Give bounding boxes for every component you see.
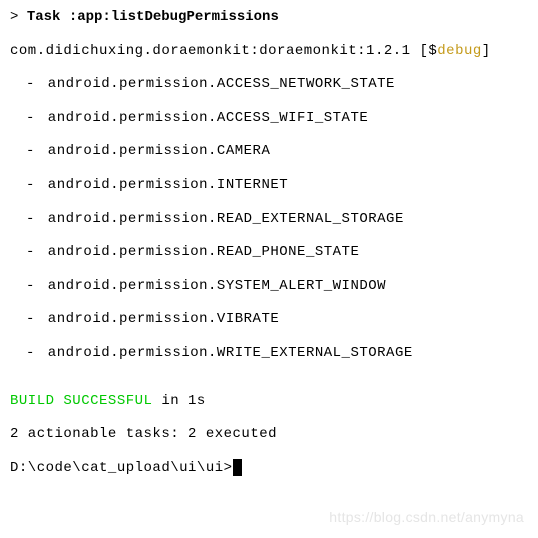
dash-icon: -: [26, 311, 35, 327]
dash-icon: -: [26, 143, 35, 159]
permission-item: - android.permission.SYSTEM_ALERT_WINDOW: [26, 277, 528, 297]
task-header: > Task :app:listDebugPermissions: [10, 8, 528, 28]
prompt-path: D:\code\cat_upload\ui\ui>: [10, 460, 233, 476]
tag-suffix: ]: [482, 43, 491, 59]
permission-text: android.permission.SYSTEM_ALERT_WINDOW: [39, 278, 386, 294]
tasks-info: 2 actionable tasks: 2 executed: [10, 425, 528, 445]
tag-prefix: [$: [411, 43, 438, 59]
permission-text: android.permission.VIBRATE: [39, 311, 279, 327]
module-identifier: com.didichuxing.doraemonkit:doraemonkit:…: [10, 43, 411, 59]
dash-icon: -: [26, 278, 35, 294]
dash-icon: -: [26, 211, 35, 227]
build-status: BUILD SUCCESSFUL: [10, 393, 152, 409]
permission-text: android.permission.READ_PHONE_STATE: [39, 244, 359, 260]
permission-item: - android.permission.ACCESS_WIFI_STATE: [26, 109, 528, 129]
permission-text: android.permission.INTERNET: [39, 177, 288, 193]
prompt-line[interactable]: D:\code\cat_upload\ui\ui>: [10, 459, 528, 479]
task-label: Task: [27, 9, 61, 25]
permission-text: android.permission.ACCESS_WIFI_STATE: [39, 110, 368, 126]
dash-icon: -: [26, 244, 35, 260]
permission-item: - android.permission.INTERNET: [26, 176, 528, 196]
permission-item: - android.permission.WRITE_EXTERNAL_STOR…: [26, 344, 528, 364]
debug-tag: debug: [437, 43, 482, 59]
dash-icon: -: [26, 110, 35, 126]
task-chevron: >: [10, 9, 18, 25]
dash-icon: -: [26, 76, 35, 92]
watermark: https://blog.csdn.net/anymyna: [329, 508, 524, 528]
dash-icon: -: [26, 177, 35, 193]
permission-item: - android.permission.VIBRATE: [26, 310, 528, 330]
cursor: [233, 459, 242, 476]
build-duration: in 1s: [152, 393, 205, 409]
task-name: :app:listDebugPermissions: [69, 9, 279, 25]
permission-text: android.permission.CAMERA: [39, 143, 270, 159]
dash-icon: -: [26, 345, 35, 361]
permission-text: android.permission.WRITE_EXTERNAL_STORAG…: [39, 345, 413, 361]
build-status-line: BUILD SUCCESSFUL in 1s: [10, 392, 528, 412]
permission-item: - android.permission.ACCESS_NETWORK_STAT…: [26, 75, 528, 95]
permission-item: - android.permission.READ_EXTERNAL_STORA…: [26, 210, 528, 230]
permission-text: android.permission.ACCESS_NETWORK_STATE: [39, 76, 395, 92]
permission-item: - android.permission.READ_PHONE_STATE: [26, 243, 528, 263]
permission-text: android.permission.READ_EXTERNAL_STORAGE: [39, 211, 404, 227]
permissions-list: - android.permission.ACCESS_NETWORK_STAT…: [10, 75, 528, 363]
module-line: com.didichuxing.doraemonkit:doraemonkit:…: [10, 42, 528, 62]
permission-item: - android.permission.CAMERA: [26, 142, 528, 162]
